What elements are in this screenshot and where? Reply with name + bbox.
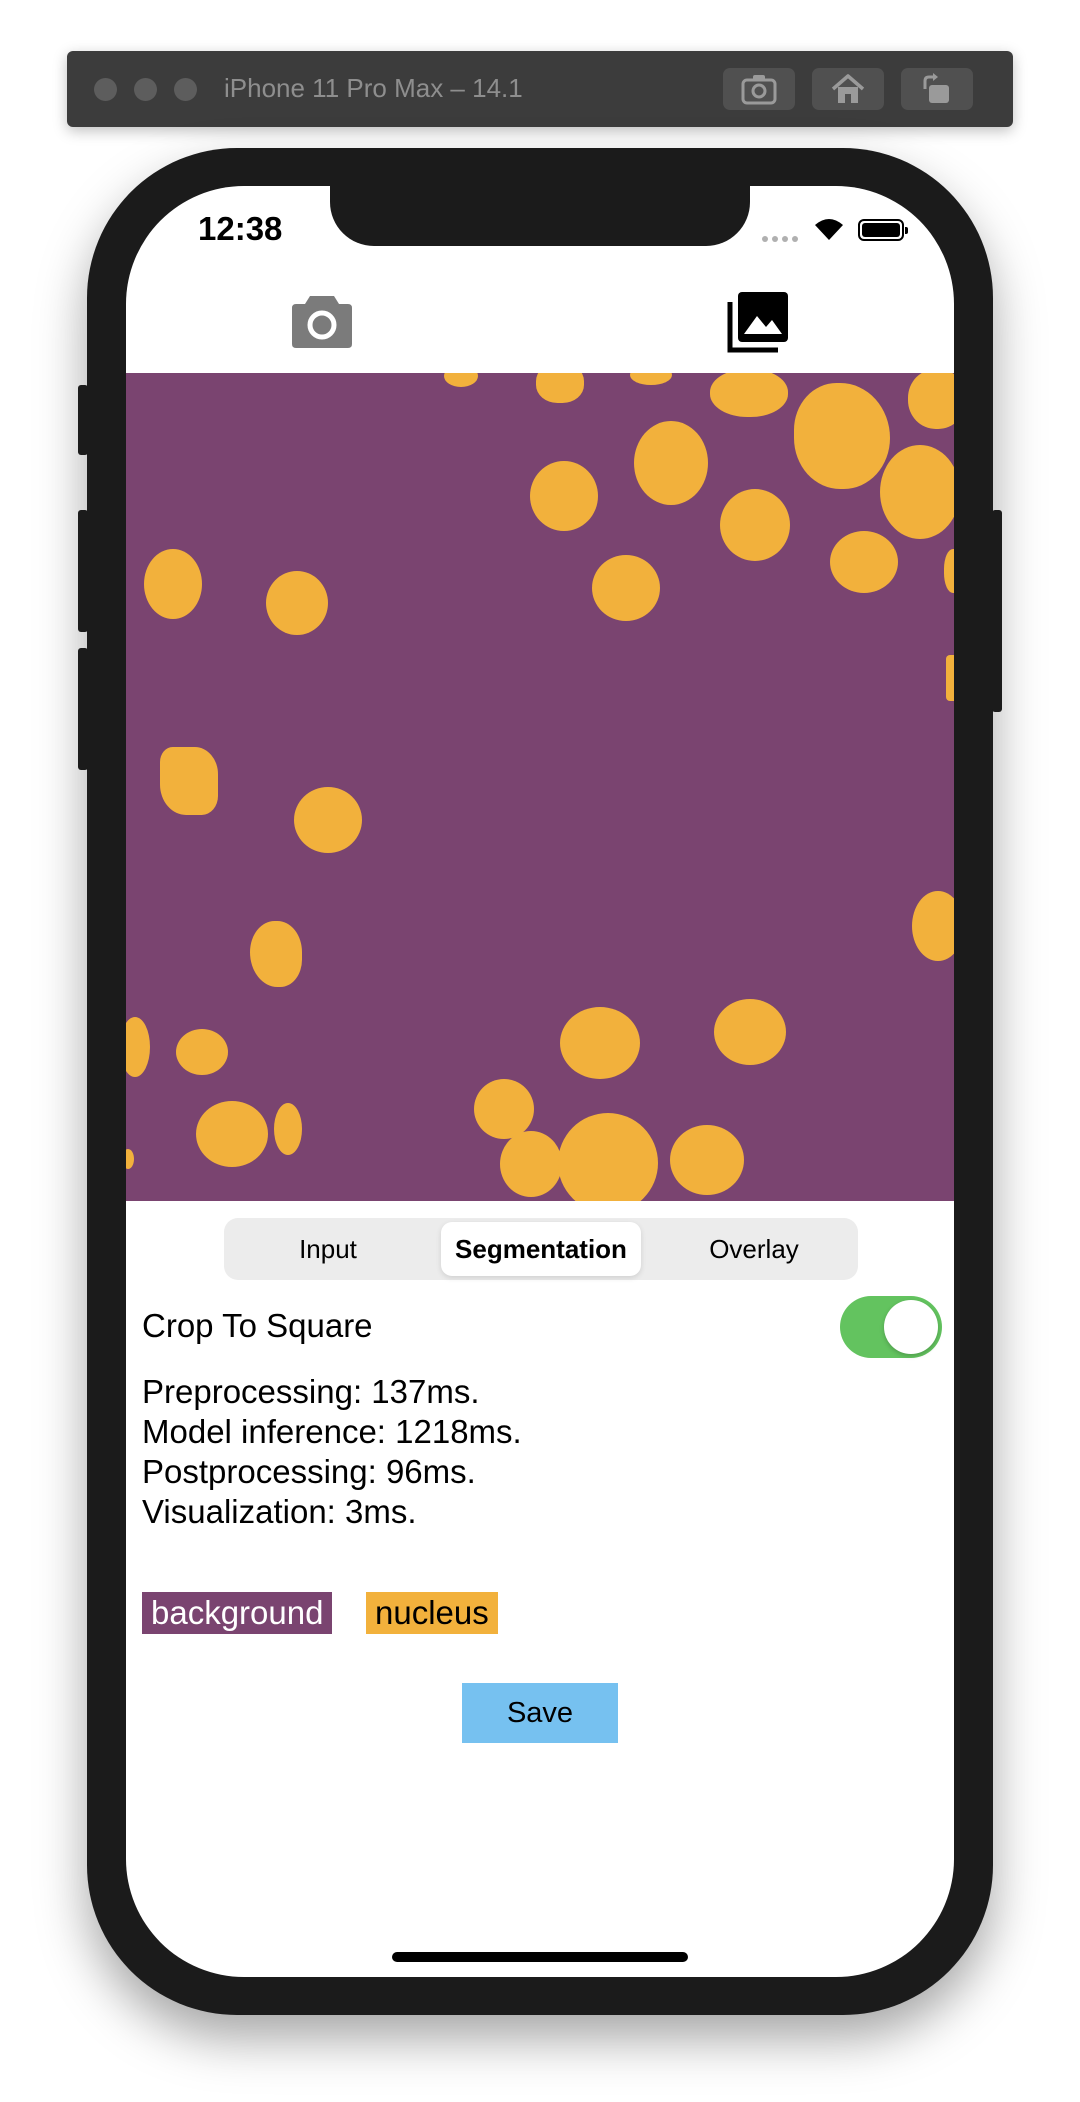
legend-nucleus: nucleus: [366, 1592, 498, 1634]
home-icon: [831, 74, 865, 103]
silent-switch: [78, 385, 88, 455]
postprocessing-time: Postprocessing: 96ms.: [142, 1453, 476, 1490]
view-mode-segmented-control: Input Segmentation Overlay: [224, 1218, 858, 1280]
simulator-title: iPhone 11 Pro Max – 14.1: [224, 73, 523, 103]
segment-segmentation[interactable]: Segmentation: [441, 1222, 641, 1276]
segmentation-mask-image: [126, 373, 954, 1201]
zoom-window-button[interactable]: [174, 78, 197, 101]
toggle-knob: [884, 1300, 938, 1354]
screenshot-icon: [741, 75, 777, 105]
cellular-signal-icon: [762, 236, 800, 244]
phone-screen: 12:38 Input Segmentation Overlay Crop To…: [126, 186, 954, 1977]
visualization-time: Visualization: 3ms.: [142, 1493, 417, 1530]
crop-to-square-toggle[interactable]: [840, 1296, 942, 1358]
minimize-window-button[interactable]: [134, 78, 157, 101]
volume-up-button: [78, 510, 88, 632]
wifi-icon: [815, 219, 843, 240]
notch: [330, 186, 750, 246]
preprocessing-time: Preprocessing: 137ms.: [142, 1373, 480, 1410]
close-window-button[interactable]: [94, 78, 117, 101]
crop-to-square-label: Crop To Square: [142, 1307, 373, 1344]
home-indicator[interactable]: [392, 1952, 688, 1962]
rotate-button[interactable]: [901, 68, 973, 110]
model-inference-time: Model inference: 1218ms.: [142, 1413, 522, 1450]
power-button: [992, 510, 1002, 712]
timing-stats: Preprocessing: 137ms. Model inference: 1…: [142, 1372, 522, 1532]
photo-library-icon[interactable]: [726, 290, 790, 354]
status-time: 12:38: [198, 210, 283, 247]
home-button[interactable]: [812, 68, 884, 110]
volume-down-button: [78, 648, 88, 770]
screenshot-button[interactable]: [723, 68, 795, 110]
rotate-icon: [923, 73, 949, 103]
segment-overlay[interactable]: Overlay: [654, 1222, 854, 1276]
simulator-title-bar: iPhone 11 Pro Max – 14.1: [67, 51, 1013, 127]
camera-icon[interactable]: [290, 294, 354, 350]
battery-icon: [858, 219, 908, 241]
save-button[interactable]: Save: [462, 1683, 618, 1743]
segment-input[interactable]: Input: [228, 1222, 428, 1276]
legend-background: background: [142, 1592, 333, 1634]
